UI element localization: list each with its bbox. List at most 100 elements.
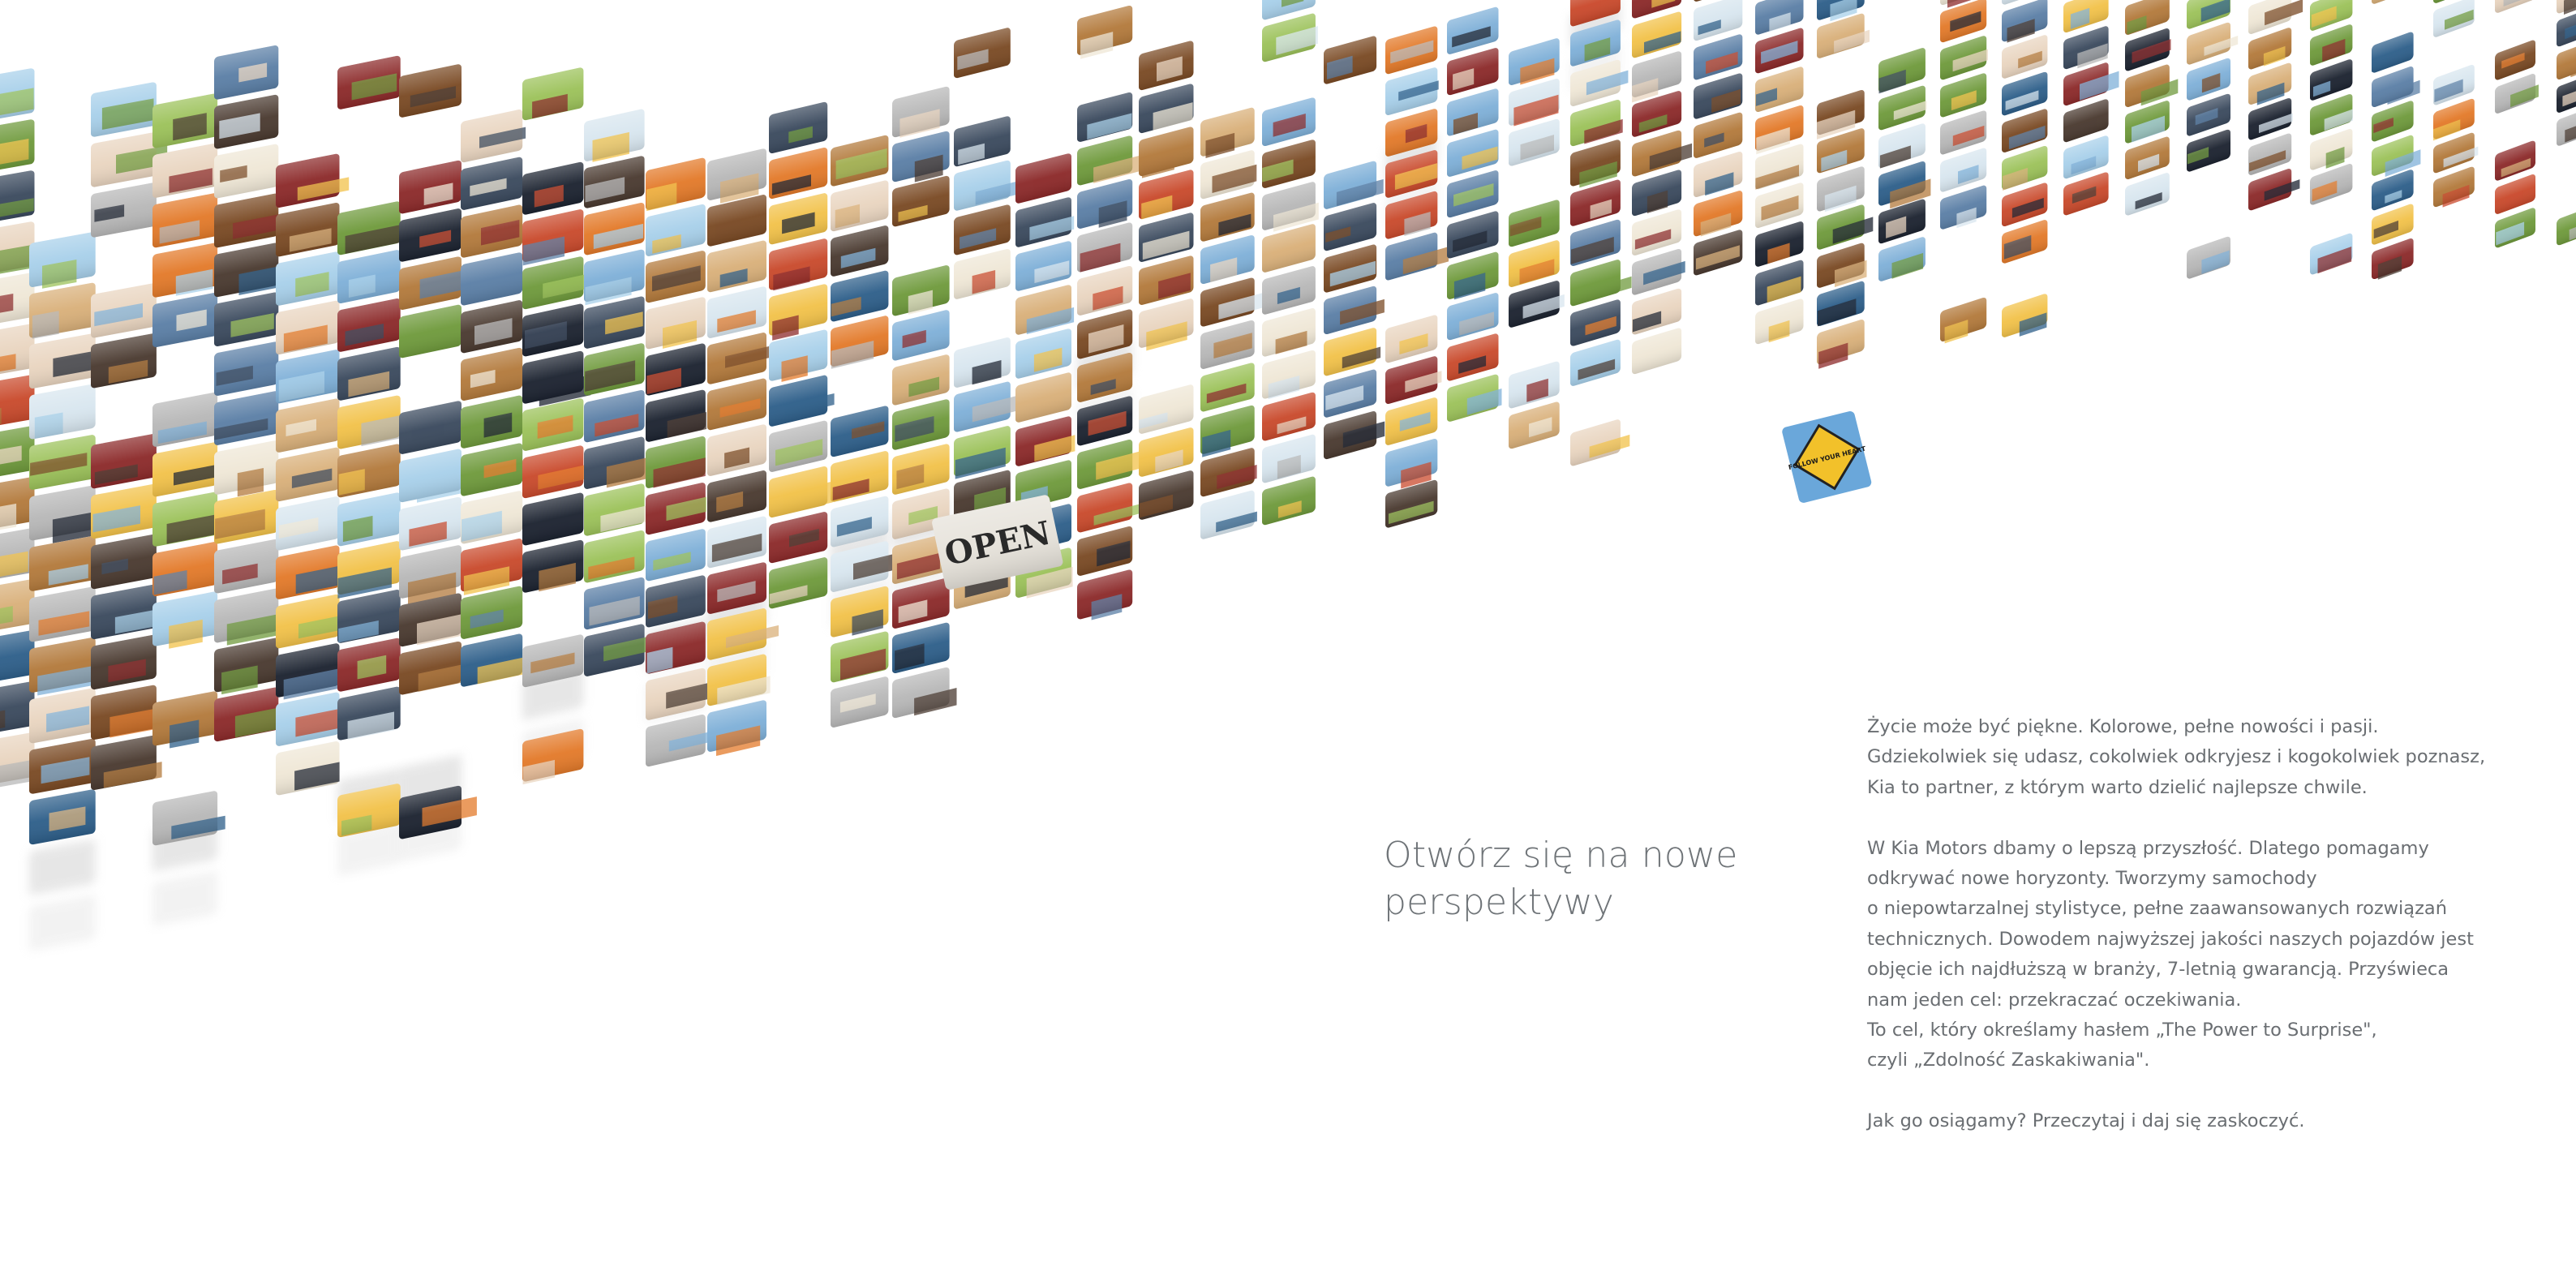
photo-tile xyxy=(91,434,157,489)
photo-tile xyxy=(1755,221,1804,267)
photo-tile xyxy=(584,436,656,489)
photo-tile xyxy=(29,232,96,289)
photo-tile xyxy=(337,590,401,643)
headline-line-1: Otwórz się na nowe xyxy=(1384,835,1738,876)
photo-tile xyxy=(831,316,889,369)
photo-tile xyxy=(91,483,157,539)
photo-tile xyxy=(2125,173,2170,216)
photo-tile xyxy=(522,398,584,451)
photo-tile xyxy=(91,333,157,389)
photo-tile xyxy=(1940,110,1987,155)
photo-tile xyxy=(892,622,950,674)
photo-tile xyxy=(91,534,157,590)
photo-tile xyxy=(337,250,401,303)
photo-tile xyxy=(1632,249,1685,295)
photo-tile xyxy=(29,738,96,794)
paragraph-line: nam jeden cel: przekraczać oczekiwania. xyxy=(1867,989,2242,1011)
photo-tile xyxy=(1015,241,1071,291)
photo-tile xyxy=(1324,369,1377,418)
photo-tile xyxy=(337,638,401,692)
photo-tile xyxy=(769,193,828,245)
photo-tile xyxy=(1447,129,1499,177)
photo-tile xyxy=(954,248,1011,299)
photo-tile xyxy=(276,203,340,257)
photo-tile xyxy=(2002,71,2048,116)
photo-tile xyxy=(461,347,523,401)
photo-tile xyxy=(1200,363,1255,412)
photo-tile xyxy=(214,539,279,594)
photo-tile xyxy=(646,343,706,396)
photo-tile xyxy=(584,389,645,443)
intro-body-copy: Życie może być piękne. Kolorowe, pełne n… xyxy=(1867,712,2508,1167)
photo-tile xyxy=(1694,34,1743,80)
photo-tile xyxy=(1385,67,1439,115)
photo-tile xyxy=(646,483,706,535)
photo-tile xyxy=(1200,192,1255,242)
photo-tile xyxy=(2495,40,2535,80)
photo-tile xyxy=(1755,182,1804,228)
photo-tile xyxy=(152,542,218,597)
photo-tile xyxy=(1694,73,1743,119)
photo-tile xyxy=(29,638,97,696)
photo-tile xyxy=(461,443,523,496)
photo-tile xyxy=(1878,237,1926,281)
photo-tile xyxy=(1509,361,1560,409)
photo-tile xyxy=(214,144,279,199)
photo-tile xyxy=(29,384,96,440)
photo-tile xyxy=(399,160,462,214)
photo-tile xyxy=(1509,240,1560,287)
photo-tile xyxy=(29,536,96,591)
photo-tile xyxy=(91,634,157,690)
photo-tile xyxy=(769,466,833,518)
photo-tile xyxy=(1262,266,1316,315)
photo-tile xyxy=(584,483,647,536)
photo-tile xyxy=(707,516,766,569)
photo-tile xyxy=(461,109,526,163)
photo-tile xyxy=(461,204,523,258)
photo-tile xyxy=(646,436,706,488)
photo-tile xyxy=(584,249,645,306)
photo-tile xyxy=(2125,28,2171,71)
photo-tile xyxy=(1139,255,1194,305)
photo-tile xyxy=(337,492,401,547)
photo-tile xyxy=(831,180,889,232)
photo-tile xyxy=(214,243,285,298)
photo-tile xyxy=(584,530,645,583)
photo-tile xyxy=(1139,427,1194,477)
photo-tile xyxy=(1385,479,1438,528)
photo-tile xyxy=(1015,328,1071,379)
photo-tile xyxy=(769,420,828,472)
photo-tile xyxy=(1324,328,1381,376)
photo-tile xyxy=(1077,265,1133,316)
photo-tile xyxy=(892,354,950,406)
photo-tile xyxy=(831,631,889,683)
photo-tile xyxy=(2372,101,2414,142)
photo-tile xyxy=(214,588,279,646)
photo-tile xyxy=(2372,204,2414,245)
photo-tile xyxy=(1015,416,1075,466)
photo-tile xyxy=(399,449,463,503)
photo-tile xyxy=(399,304,466,358)
photo-tile xyxy=(1509,118,1560,166)
photo-tile xyxy=(646,715,708,766)
photo-tile xyxy=(214,341,279,396)
photo-tile xyxy=(1385,26,1438,75)
paragraph-line: Jak go osiągamy? Przeczytaj i daj się za… xyxy=(1867,1110,2305,1132)
photo-tile xyxy=(1694,0,1743,41)
photo-tile xyxy=(1077,135,1141,186)
photo-tile xyxy=(707,424,766,476)
photo-tile xyxy=(954,381,1016,432)
photo-tile xyxy=(2248,133,2292,175)
photo-tile xyxy=(1200,320,1255,369)
photo-tile xyxy=(1755,298,1804,345)
photo-tile xyxy=(461,300,523,354)
photo-tile xyxy=(954,426,1011,479)
photo-tile xyxy=(91,283,157,338)
photo-tile xyxy=(214,638,279,695)
photo-tile xyxy=(646,251,706,303)
photo-tile xyxy=(1940,73,1987,118)
tile-reflection xyxy=(152,871,218,926)
paragraph-line: technicznych. Dowodem najwyższej jakości… xyxy=(1867,928,2474,950)
intro-paragraph-3: Jak go osiągamy? Przeczytaj i daj się za… xyxy=(1867,1106,2508,1136)
photo-tile xyxy=(1385,397,1438,445)
